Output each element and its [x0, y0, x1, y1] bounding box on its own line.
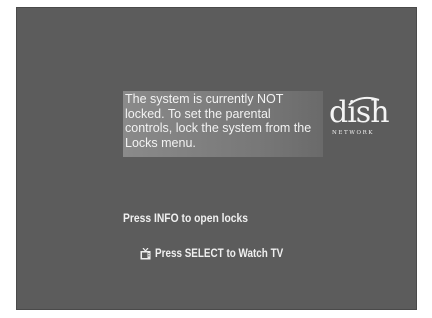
info-hint: Press INFO to open locks [123, 211, 249, 225]
logo-wordmark: dish [329, 95, 390, 130]
logo-subtitle: NETWORK [332, 130, 375, 136]
tv-screen: The system is currently NOT locked. To s… [16, 7, 417, 310]
dish-network-logo: dish NETWORK [327, 96, 407, 146]
select-hint[interactable]: Press SELECT to Watch TV [140, 248, 304, 260]
select-hint-label: Press SELECT to Watch TV [155, 248, 284, 260]
tv-icon [140, 248, 151, 260]
lock-status-message: The system is currently NOT locked. To s… [125, 92, 312, 150]
